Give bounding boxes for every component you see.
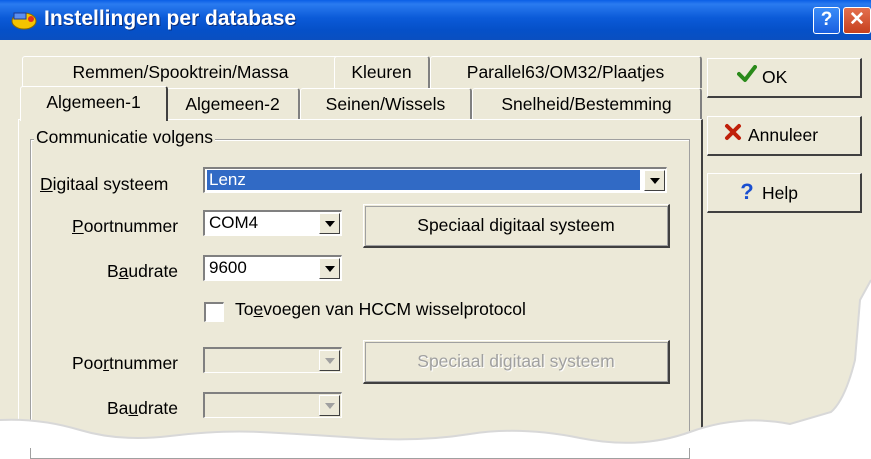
question-icon: ? [740,179,754,204]
title-help-button[interactable]: ? [813,7,840,34]
chevron-down-icon[interactable] [319,350,340,371]
poortnummer-2-select[interactable] [203,347,342,373]
chevron-down-icon[interactable] [319,395,340,416]
speciaal-digitaal-button[interactable]: Speciaal digitaal systeem [363,204,670,248]
poortnummer-2-label: Poortnummer [72,353,179,373]
help-button[interactable]: ? Help [707,173,862,213]
chevron-down-icon[interactable] [319,213,340,234]
hccm-checkbox[interactable] [204,302,224,322]
chevron-down-icon[interactable] [644,170,665,191]
tab-algemeen-1[interactable]: Algemeen-1 [20,86,168,121]
tab-parallel63[interactable]: Parallel63/OM32/Plaatjes [430,56,702,88]
baudrate-2-value [207,395,315,415]
tab-snelheid-bestemming[interactable]: Snelheid/Bestemming [472,88,702,120]
baudrate-select[interactable]: 9600 [203,255,342,281]
tab-remmen[interactable]: Remmen/Spooktrein/Massa [22,56,340,88]
tab-kleuren[interactable]: Kleuren [334,56,430,88]
digitaal-systeem-select[interactable]: Lenz [203,167,667,193]
baudrate-value: 9600 [209,258,247,277]
ok-label: OK [762,67,788,87]
tab-algemeen-2[interactable]: Algemeen-2 [166,88,300,120]
check-icon [736,59,758,95]
x-icon [722,117,744,153]
digitaal-systeem-label: Digitaal systeem [40,174,169,194]
baudrate-2-select[interactable] [203,392,342,418]
group-title: Communicatie volgens [34,127,216,148]
title-bar[interactable]: Instellingen per database ? ✕ [0,0,871,40]
ok-button[interactable]: OK [707,58,862,98]
poortnummer-value: COM4 [209,213,259,232]
annuleer-label: Annuleer [748,125,819,145]
help-label: Help [762,183,798,203]
app-icon [11,12,37,30]
tab-seinen-wissels[interactable]: Seinen/Wissels [300,88,472,120]
settings-window: Instellingen per database ? ✕ Remmen/Spo… [0,0,871,459]
speciaal-digitaal-2-button[interactable]: Speciaal digitaal systeem [363,340,670,384]
baudrate-2-label: Baudrate [107,398,179,418]
window-title: Instellingen per database [44,7,297,30]
poortnummer-select[interactable]: COM4 [203,210,342,236]
baudrate-label: Baudrate [107,261,179,281]
digitaal-systeem-value: Lenz [207,170,640,190]
poortnummer-label: Poortnummer [72,216,179,236]
chevron-down-icon[interactable] [319,258,340,279]
title-close-button[interactable]: ✕ [843,7,871,34]
annuleer-button[interactable]: Annuleer [707,116,862,156]
hccm-label: Toevoegen van HCCM wisselprotocol [235,299,526,319]
poortnummer-2-value [207,350,315,370]
